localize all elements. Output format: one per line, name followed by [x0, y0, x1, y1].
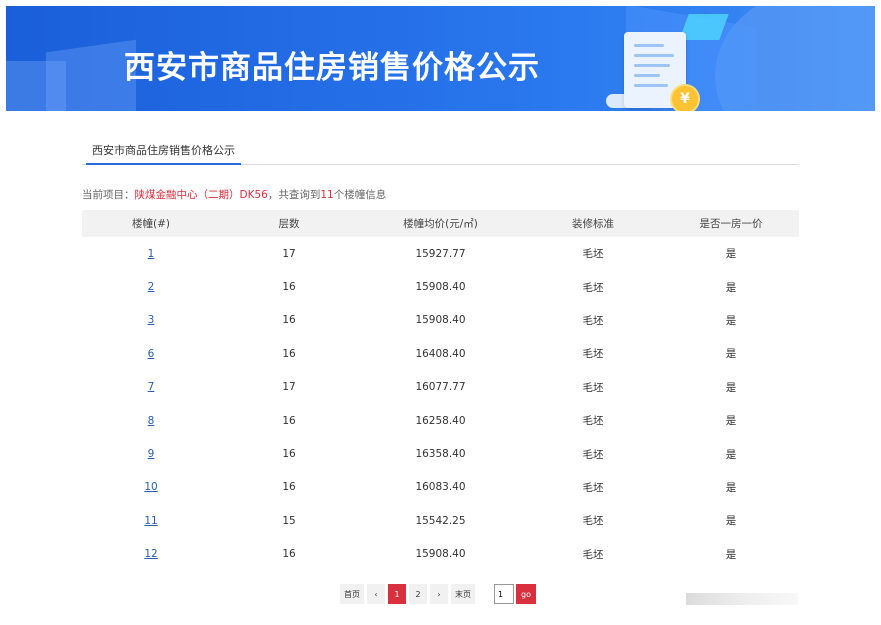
page-button-2[interactable]: 2 — [409, 584, 427, 604]
decoration-cell: 毛坯 — [582, 481, 604, 494]
tab-bar: 西安市商品住房销售价格公示 — [82, 140, 799, 165]
table-row: 11 15 15542.25 毛坯 是 — [82, 504, 799, 537]
decoration-cell: 毛坯 — [582, 314, 604, 327]
avg-price-cell: 15908.40 — [415, 314, 466, 327]
decoration-cell: 毛坯 — [582, 515, 604, 528]
decoration-cell: 毛坯 — [582, 448, 604, 461]
decoration-cell: 毛坯 — [582, 548, 604, 561]
decoration-cell: 毛坯 — [582, 248, 604, 261]
floors-cell: 16 — [282, 548, 296, 561]
building-link[interactable]: 2 — [148, 281, 155, 293]
avg-price-cell: 16408.40 — [415, 347, 466, 360]
floors-cell: 16 — [282, 314, 296, 327]
header-banner: 西安市商品住房销售价格公示 ¥ — [6, 6, 875, 111]
prev-page-button[interactable]: ‹ — [367, 584, 385, 604]
decoration-cell: 毛坯 — [582, 381, 604, 394]
column-header-one-price: 是否一房一价 — [663, 210, 799, 237]
last-page-button[interactable]: 末页 — [451, 584, 475, 604]
one-price-cell: 是 — [725, 515, 737, 528]
info-prefix: 当前项目： — [82, 189, 135, 201]
query-info: 当前项目：陕煤金融中心（二期）DK56，共查询到11个楼幢信息 — [82, 187, 386, 202]
page-number-input[interactable] — [494, 584, 514, 604]
table-row: 1 17 15927.77 毛坯 是 — [82, 237, 799, 270]
building-cell: 6 — [82, 337, 220, 370]
pagination: 首页 ‹ 1 2 › 末页 go — [340, 584, 536, 604]
building-cell: 9 — [82, 437, 220, 470]
floors-cell: 17 — [282, 381, 296, 394]
info-middle: ，共查询到 — [267, 189, 321, 201]
avg-price-cell: 16077.77 — [415, 381, 466, 394]
building-cell: 10 — [82, 471, 220, 504]
table-row: 12 16 15908.40 毛坯 是 — [82, 538, 799, 571]
page-button-1[interactable]: 1 — [388, 584, 406, 604]
table-row: 7 17 16077.77 毛坯 是 — [82, 371, 799, 404]
building-link[interactable]: 7 — [148, 381, 155, 393]
floors-cell: 16 — [282, 347, 296, 360]
building-cell: 1 — [82, 237, 220, 270]
building-link[interactable]: 11 — [144, 515, 157, 527]
avg-price-cell: 16358.40 — [415, 448, 466, 461]
column-header-building: 楼幢(#) — [82, 210, 220, 237]
avg-price-cell: 16258.40 — [415, 414, 466, 427]
banner-title: 西安市商品住房销售价格公示 — [124, 50, 540, 86]
building-cell: 11 — [82, 504, 220, 537]
next-page-button[interactable]: › — [430, 584, 448, 604]
building-link[interactable]: 8 — [148, 415, 155, 427]
result-count: 11 — [320, 189, 334, 201]
one-price-cell: 是 — [725, 481, 737, 494]
one-price-cell: 是 — [725, 248, 737, 261]
decoration-cell: 毛坯 — [582, 281, 604, 294]
one-price-cell: 是 — [725, 348, 737, 361]
avg-price-cell: 16083.40 — [415, 481, 466, 494]
building-link[interactable]: 1 — [148, 248, 155, 260]
building-cell: 2 — [82, 270, 220, 303]
table-row: 6 16 16408.40 毛坯 是 — [82, 337, 799, 370]
building-link[interactable]: 9 — [148, 448, 155, 460]
one-price-cell: 是 — [725, 314, 737, 327]
avg-price-cell: 15908.40 — [415, 281, 466, 294]
avg-price-cell: 15908.40 — [415, 548, 466, 561]
decoration-cell: 毛坯 — [582, 348, 604, 361]
tab-price-publicity[interactable]: 西安市商品住房销售价格公示 — [86, 140, 241, 165]
one-price-cell: 是 — [725, 381, 737, 394]
floors-cell: 16 — [282, 448, 296, 461]
decorative-block — [46, 39, 136, 111]
avg-price-cell: 15927.77 — [415, 247, 466, 260]
building-cell: 3 — [82, 304, 220, 337]
building-cell: 12 — [82, 538, 220, 571]
table-row: 3 16 15908.40 毛坯 是 — [82, 304, 799, 337]
project-name: 陕煤金融中心（二期）DK56 — [134, 189, 268, 201]
floors-cell: 16 — [282, 481, 296, 494]
table-row: 10 16 16083.40 毛坯 是 — [82, 471, 799, 504]
table-header-row: 楼幢(#) 层数 楼幢均价(元/㎡) 装修标准 是否一房一价 — [82, 210, 799, 237]
blurred-watermark — [686, 593, 798, 605]
one-price-cell: 是 — [725, 415, 737, 428]
building-link[interactable]: 10 — [144, 481, 157, 493]
info-suffix: 个楼幢信息 — [333, 189, 387, 201]
floors-cell: 17 — [282, 247, 296, 260]
building-link[interactable]: 6 — [148, 348, 155, 360]
floors-cell: 16 — [282, 281, 296, 294]
one-price-cell: 是 — [725, 548, 737, 561]
column-header-floors: 层数 — [220, 210, 358, 237]
column-header-decoration: 装修标准 — [523, 210, 663, 237]
yen-coin-icon: ¥ — [670, 84, 700, 111]
decoration-cell: 毛坯 — [582, 415, 604, 428]
table-row: 2 16 15908.40 毛坯 是 — [82, 270, 799, 303]
building-cell: 8 — [82, 404, 220, 437]
avg-price-cell: 15542.25 — [415, 514, 466, 527]
building-cell: 7 — [82, 371, 220, 404]
floors-cell: 16 — [282, 414, 296, 427]
one-price-cell: 是 — [725, 448, 737, 461]
building-price-table: 楼幢(#) 层数 楼幢均价(元/㎡) 装修标准 是否一房一价 1 17 15927.… — [82, 210, 799, 571]
building-link[interactable]: 3 — [148, 314, 155, 326]
table-row: 8 16 16258.40 毛坯 是 — [82, 404, 799, 437]
first-page-button[interactable]: 首页 — [340, 584, 364, 604]
column-header-avg-price: 楼幢均价(元/㎡) — [358, 210, 523, 237]
table-row: 9 16 16358.40 毛坯 是 — [82, 437, 799, 470]
floors-cell: 15 — [282, 514, 296, 527]
go-button[interactable]: go — [516, 584, 536, 604]
building-link[interactable]: 12 — [144, 548, 157, 560]
one-price-cell: 是 — [725, 281, 737, 294]
